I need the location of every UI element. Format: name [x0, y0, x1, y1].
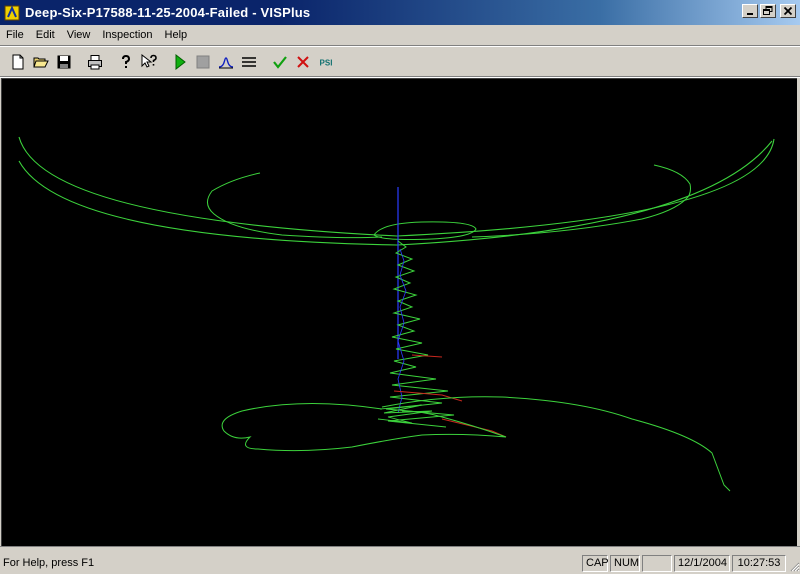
status-date: 12/1/2004 — [674, 554, 730, 572]
restore-icon — [763, 6, 773, 15]
toolbar: PSI — [0, 48, 800, 75]
psi-label: PSI — [319, 58, 332, 67]
lines-button[interactable] — [237, 51, 260, 73]
question-mark-icon — [121, 54, 130, 68]
floppy-disk-icon — [57, 55, 70, 68]
psi-button[interactable]: PSI — [314, 51, 337, 73]
save-button[interactable] — [52, 51, 75, 73]
stop-button[interactable] — [191, 51, 214, 73]
pipe-trace-view[interactable] — [2, 79, 798, 547]
trace-right-wisp — [471, 164, 691, 238]
menu-inspection[interactable]: Inspection — [96, 26, 158, 44]
trace-bottom-cluster — [377, 404, 433, 424]
psi-icon: PSI — [319, 58, 332, 67]
play-button[interactable] — [168, 51, 191, 73]
trace-rim-lower — [18, 140, 773, 246]
about-button[interactable] — [114, 51, 137, 73]
status-scrl — [642, 554, 672, 572]
waveform-button[interactable] — [214, 51, 237, 73]
title-bar[interactable]: Deep-Six-P17588-11-25-2004-Failed - VISP… — [0, 0, 800, 25]
menu-bar: File Edit View Inspection Help — [0, 25, 800, 45]
open-folder-icon — [32, 57, 49, 67]
resize-grip-icon[interactable] — [788, 560, 800, 572]
x-icon — [296, 55, 309, 68]
menu-separator — [0, 45, 800, 47]
horizontal-lines-icon — [241, 56, 256, 67]
print-button[interactable] — [83, 51, 106, 73]
accept-button[interactable] — [268, 51, 291, 73]
stop-icon — [196, 55, 209, 68]
menu-file[interactable]: File — [0, 26, 30, 44]
trace-rim-upper — [18, 136, 775, 237]
new-document-icon — [12, 54, 23, 69]
status-num: NUM — [610, 554, 640, 572]
close-button[interactable] — [780, 4, 796, 18]
status-cap: CAP — [582, 554, 609, 572]
menu-edit[interactable]: Edit — [30, 26, 61, 44]
trace-cap-loop — [373, 221, 477, 240]
new-document-button[interactable] — [6, 51, 29, 73]
minimize-button[interactable] — [742, 4, 758, 18]
close-icon — [783, 6, 793, 16]
menu-help[interactable]: Help — [159, 26, 194, 44]
trace-bottom-blob — [221, 403, 507, 452]
reject-button[interactable] — [291, 51, 314, 73]
context-help-button[interactable] — [137, 51, 160, 73]
trace-left-wisp — [207, 172, 383, 239]
printer-icon — [87, 54, 102, 69]
pointer-help-icon — [141, 53, 157, 68]
restore-button[interactable] — [760, 4, 776, 18]
menu-view[interactable]: View — [61, 26, 97, 44]
open-folder-button[interactable] — [29, 51, 52, 73]
status-time: 10:27:53 — [732, 554, 786, 572]
waveform-icon — [218, 56, 233, 68]
window-title: Deep-Six-P17588-11-25-2004-Failed - VISP… — [25, 5, 311, 20]
check-icon — [272, 55, 287, 69]
visplus-app-icon[interactable] — [4, 5, 20, 21]
trace-zigzag-column — [385, 240, 455, 428]
play-icon — [175, 53, 186, 70]
status-message: For Help, press F1 — [3, 557, 95, 569]
trace-bottom-loop — [381, 396, 731, 492]
minimize-icon — [747, 13, 753, 15]
status-bar: For Help, press F1 CAP NUM 12/1/2004 10:… — [0, 552, 800, 574]
viewport-bottom-edge — [0, 546, 800, 551]
visualization-viewport[interactable] — [1, 78, 797, 546]
